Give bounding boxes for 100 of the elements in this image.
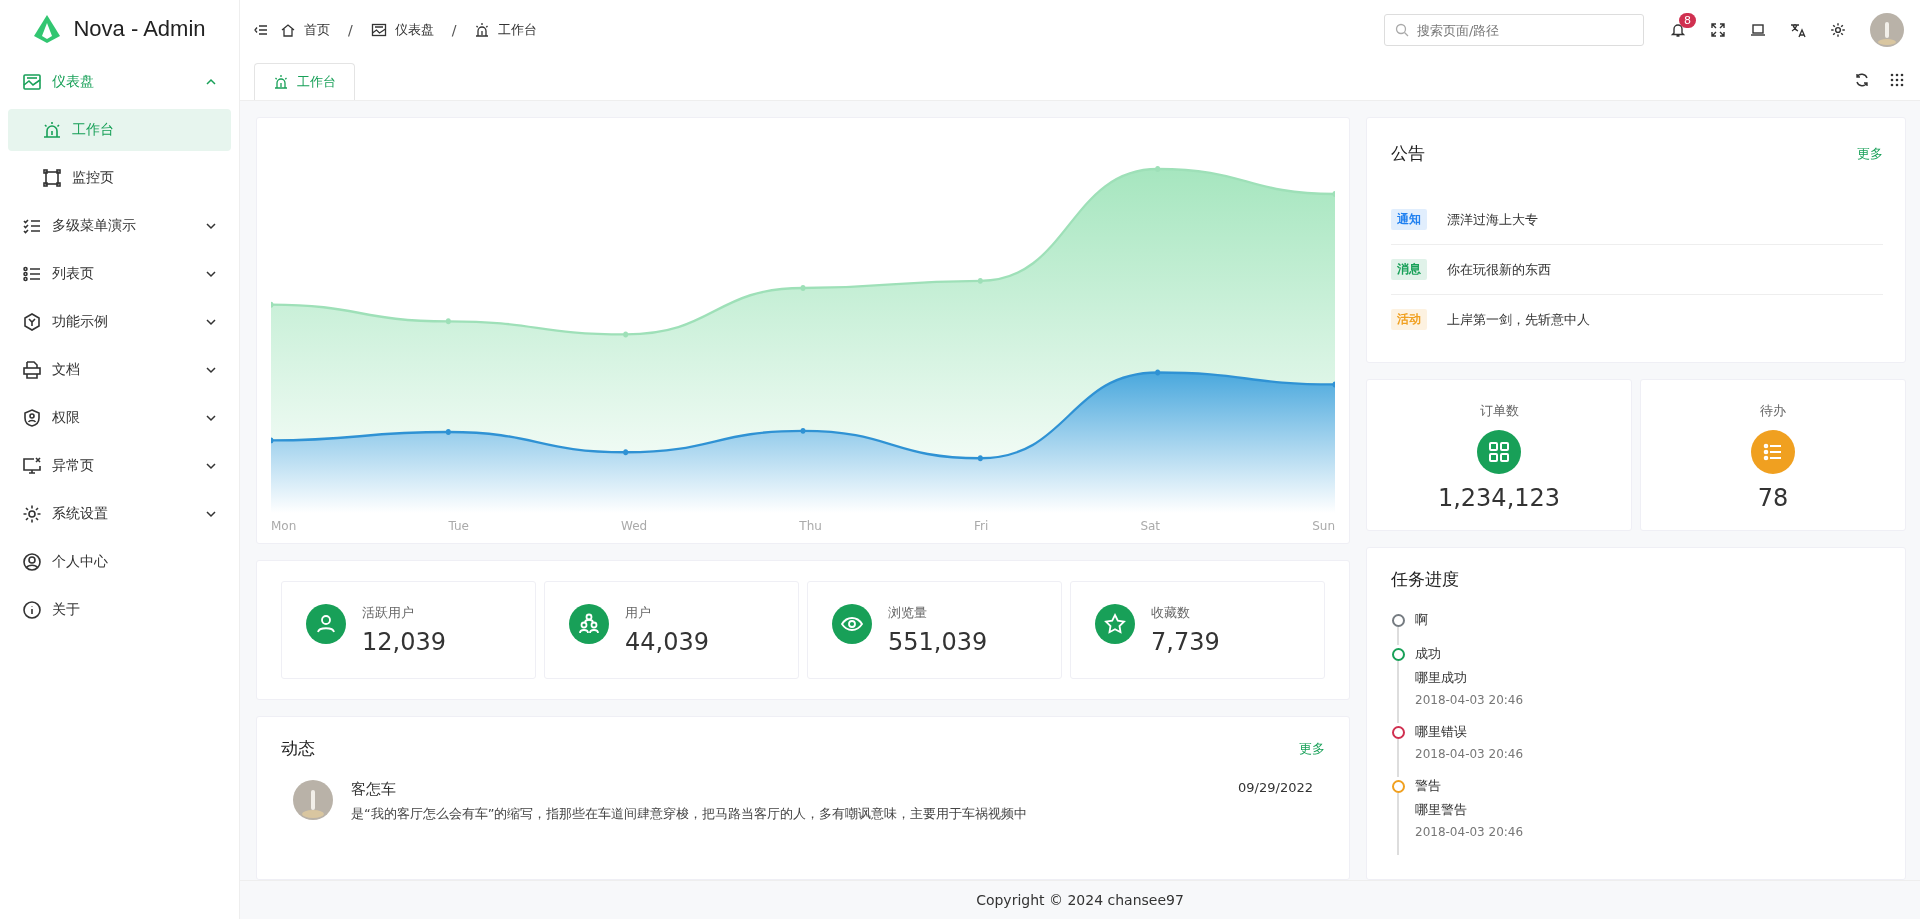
more-link[interactable]: 更多 (1857, 144, 1883, 163)
notification-badge: 8 (1679, 13, 1696, 28)
stat-value: 12,039 (362, 628, 446, 656)
eye-icon (832, 604, 872, 644)
data-point (977, 455, 983, 462)
activity-text: 是“我的客厅怎么会有车”的缩写，指那些在车道间肆意穿梭，把马路当客厅的人，多有嘲讽意味，主要用于车祸视频中 (351, 805, 1029, 823)
group-icon (569, 604, 609, 644)
data-point (1155, 166, 1161, 172)
more-link[interactable]: 更多 (1299, 739, 1325, 758)
grid-menu-icon[interactable] (1890, 73, 1904, 87)
page-tab[interactable]: 工作台 (254, 63, 355, 100)
info-icon (22, 600, 42, 620)
timeline-title: 警告 (1415, 777, 1442, 795)
chevron-icon (205, 508, 217, 520)
chevron-icon (205, 268, 217, 280)
data-point (271, 437, 274, 444)
breadcrumb-separator: / (348, 22, 353, 38)
search-field[interactable]: 搜索页面/路径 (1384, 14, 1644, 46)
sidebar-item[interactable]: 功能示例 (8, 301, 231, 343)
sidebar-item[interactable]: 系统设置 (8, 493, 231, 535)
notice-tag: 活动 (1391, 309, 1427, 330)
settings-icon[interactable] (1830, 22, 1846, 38)
card-title: 动态 (281, 737, 315, 760)
sidebar-item[interactable]: 异常页 (8, 445, 231, 487)
timeline-title: 哪里错误 (1415, 723, 1468, 741)
data-point (623, 331, 629, 338)
axis-label: Wed (621, 519, 648, 533)
alarm-light-icon (474, 22, 491, 38)
axis-label: Sat (1140, 519, 1161, 533)
sidebar-item[interactable]: 个人中心 (8, 541, 231, 583)
data-point (800, 427, 806, 434)
document-icon (22, 360, 42, 380)
notice-tag: 通知 (1391, 209, 1427, 230)
app-title: Nova - Admin (73, 16, 206, 42)
timeline-time: 2018-04-03 20:46 (1415, 825, 1524, 839)
timeline-title: 成功 (1415, 645, 1442, 663)
card-title: 公告 (1391, 142, 1425, 165)
sidebar-item[interactable]: 仪表盘 (8, 61, 231, 103)
user-icon (22, 552, 42, 572)
data-point (1332, 381, 1335, 388)
notice-text[interactable]: 你在玩很新的东西 (1447, 260, 1551, 279)
cube-icon (22, 312, 42, 332)
stat-label: 浏览量 (888, 604, 928, 622)
user-icon (306, 604, 346, 644)
bell-icon[interactable] (1670, 22, 1686, 38)
stat-value: 551,039 (888, 628, 988, 656)
stat-label: 活跃用户 (362, 604, 415, 622)
copyright-text: Copyright © 2024 chansee97 (976, 892, 1184, 908)
data-point (445, 318, 451, 325)
chart-icon (22, 72, 42, 92)
notice-tag: 消息 (1391, 259, 1427, 280)
counter-label: 订单数 (1479, 402, 1519, 420)
checklist-icon (22, 216, 42, 236)
breadcrumb-item[interactable]: 首页 (280, 21, 330, 39)
sidebar-item[interactable]: 列表页 (8, 253, 231, 295)
counter-value: 1,234,123 (1437, 484, 1561, 512)
data-point (1332, 191, 1335, 197)
sidebar-item[interactable]: 多级菜单演示 (8, 205, 231, 247)
timeline-title: 啊 (1415, 611, 1428, 629)
chart-icon (370, 22, 387, 38)
data-point (623, 449, 629, 456)
counter-value: 78 (1757, 484, 1789, 512)
axis-label: Sun (1312, 519, 1335, 533)
sidebar-item[interactable]: 权限 (8, 397, 231, 439)
refresh-icon[interactable] (1854, 72, 1870, 88)
breadcrumb-separator: / (451, 22, 457, 38)
sidebar-item[interactable]: 关于 (8, 589, 231, 631)
search-icon (1395, 23, 1409, 37)
data-point (271, 301, 274, 308)
logo-icon (33, 14, 62, 44)
notice-text[interactable]: 漂洋过海上大专 (1447, 210, 1538, 229)
chevron-icon (205, 412, 217, 424)
timeline-description: 哪里成功 (1415, 669, 1468, 687)
frame-icon (42, 168, 62, 188)
axis-label: Fri (973, 519, 989, 533)
translate-icon[interactable] (1790, 22, 1806, 38)
breadcrumb-item[interactable]: 仪表盘 (370, 21, 434, 39)
data-point (445, 429, 451, 435)
alarm-light-icon (273, 74, 289, 90)
breadcrumb-item[interactable]: 工作台 (474, 21, 538, 39)
data-point (977, 277, 983, 284)
stat-label: 用户 (625, 604, 652, 622)
menu-fold-icon[interactable] (254, 23, 268, 37)
laptop-icon[interactable] (1750, 22, 1766, 38)
axis-label: Mon (271, 519, 297, 533)
activity-date: 09/29/2022 (1238, 780, 1313, 797)
chevron-icon (205, 364, 217, 376)
stat-label: 收藏数 (1151, 604, 1191, 622)
timeline-time: 2018-04-03 20:46 (1415, 693, 1524, 707)
monitor-icon (22, 456, 42, 476)
timeline-time: 2018-04-03 20:46 (1415, 747, 1524, 761)
data-point (800, 285, 806, 291)
sidebar-item[interactable]: 文档 (8, 349, 231, 391)
chevron-icon (205, 316, 217, 328)
sidebar-item[interactable]: 监控页 (8, 157, 231, 199)
fullscreen-icon[interactable] (1710, 22, 1726, 38)
axis-label: Tue (448, 519, 469, 533)
activity-name: 客怎车 (351, 780, 396, 799)
notice-text[interactable]: 上岸第一剑，先斩意中人 (1447, 310, 1590, 329)
timeline-description: 哪里警告 (1415, 801, 1468, 819)
